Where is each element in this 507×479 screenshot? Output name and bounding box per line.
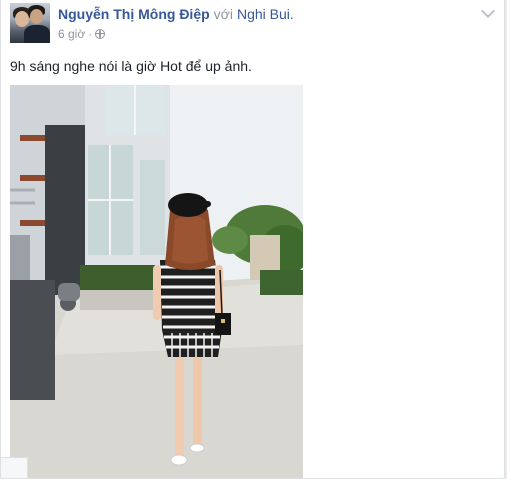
post-meta: 6 giờ · bbox=[58, 27, 106, 41]
author-name-link[interactable]: Nguyễn Thị Mông Điệp bbox=[58, 6, 210, 22]
with-label: với bbox=[213, 6, 233, 22]
author-avatar[interactable] bbox=[10, 3, 50, 43]
post-timestamp[interactable]: 6 giờ bbox=[58, 27, 85, 41]
globe-icon[interactable] bbox=[95, 29, 106, 39]
post-photo[interactable] bbox=[10, 85, 303, 478]
avatar-face-right bbox=[30, 9, 43, 24]
avatar-body-right bbox=[24, 25, 50, 43]
post-text: 9h sáng nghe nói là giờ Hot để up ảnh. bbox=[10, 58, 252, 74]
post-header: Nguyễn Thị Mông Điệp với Nghi Bui. bbox=[58, 5, 294, 23]
post-card: Nguyễn Thị Mông Điệp với Nghi Bui. 6 giờ · … bbox=[0, 0, 505, 479]
photo-illustration bbox=[10, 85, 303, 478]
reaction-bar-edge bbox=[1, 457, 28, 478]
avatar-face-left bbox=[15, 11, 29, 27]
tagged-user-link[interactable]: Nghi Bui. bbox=[237, 6, 294, 22]
meta-separator: · bbox=[88, 27, 93, 41]
chevron-down-icon[interactable] bbox=[480, 3, 496, 19]
